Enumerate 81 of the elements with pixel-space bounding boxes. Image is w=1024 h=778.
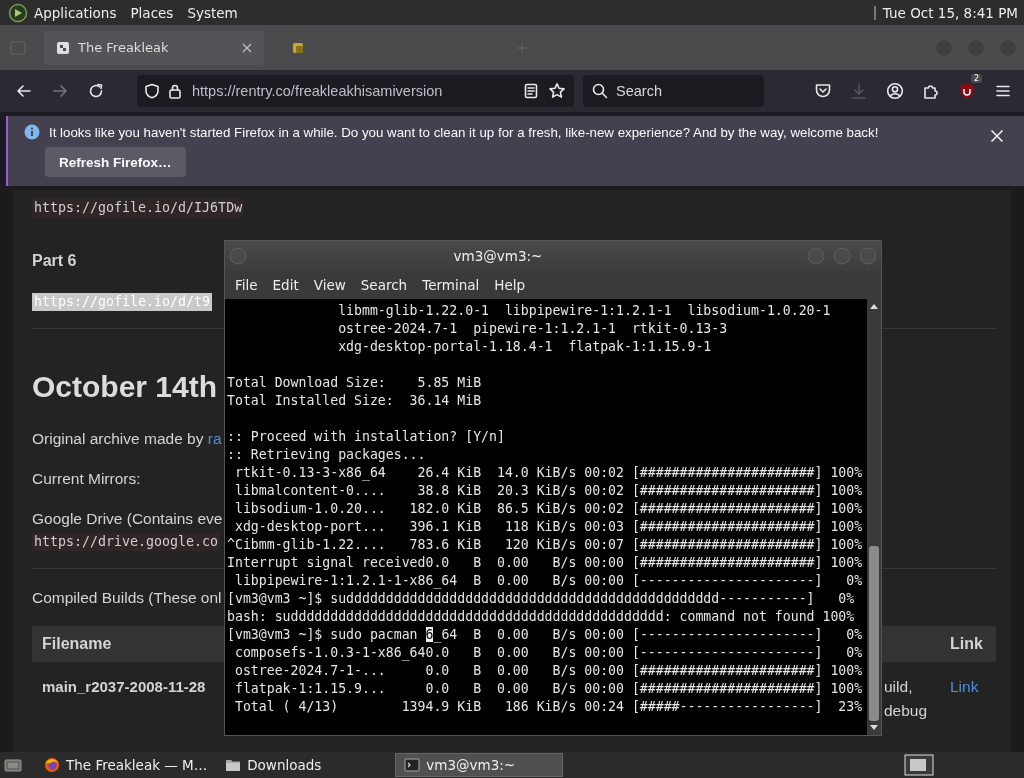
- extensions-icon[interactable]: [922, 82, 940, 100]
- pocket-icon[interactable]: [814, 82, 832, 100]
- account-icon[interactable]: [886, 82, 904, 100]
- menu-item[interactable]: Edit: [268, 277, 310, 293]
- menu-item[interactable]: Help: [490, 277, 537, 293]
- terminal-line: libmalcontent-0.... 38.8 KiB 20.3 KiB/s 00:02 [######################] 100%: [233, 482, 864, 500]
- clock[interactable]: Tue Oct 15, 8:41 PM: [882, 4, 1018, 21]
- info-icon: [24, 124, 40, 140]
- column-header: Link: [950, 635, 984, 653]
- site-icon: [56, 40, 70, 55]
- close-icon[interactable]: [242, 42, 252, 53]
- page-icon: [291, 40, 305, 55]
- menu-item[interactable]: Search: [356, 277, 419, 293]
- scroll-up-icon[interactable]: [869, 302, 879, 310]
- menu-item[interactable]: View: [309, 277, 357, 293]
- panel-menu[interactable]: Applications: [34, 4, 117, 21]
- browser-icon: [44, 757, 60, 773]
- section-heading: October 14th: [32, 369, 218, 405]
- code-link[interactable]: https://gofile.io/d/IJ6TDw: [32, 199, 245, 217]
- author-link[interactable]: ra: [207, 430, 222, 447]
- table-cell-text: uild,: [884, 677, 913, 697]
- paragraph: Compiled Builds (These onl: [32, 588, 222, 608]
- taskbar-button[interactable]: Downloads: [217, 753, 330, 777]
- menu-item[interactable]: Terminal: [418, 277, 491, 293]
- terminal-line: rtkit-0.13-3-x86_64 26.4 KiB 14.0 KiB/s 00:02 [######################] 100%: [233, 464, 864, 482]
- terminal-line: :: Retrieving packages...: [227, 446, 427, 464]
- terminal-line: flatpak-1:1.15.9... 0.0 B 0.00 B/s 00:00 [######################] 100%: [233, 680, 864, 698]
- scroll-down-icon[interactable]: [869, 724, 879, 732]
- terminal-line: Interrupt signal received0.0 B 0.00 B/s 00:00 [######################] 100%: [227, 554, 864, 572]
- paragraph: Google Drive (Contains eve: [32, 509, 223, 529]
- terminal-line: libsodium-1.0.20... 182.0 KiB 86.5 KiB/s 00:02 [######################] 100%: [233, 500, 864, 518]
- table-cell-text: main_r2037-2008-11-28: [42, 677, 206, 697]
- shield-icon[interactable]: [144, 83, 160, 99]
- taskbar-button[interactable]: The Freakleak — M…: [36, 753, 216, 777]
- refresh-button[interactable]: Refresh Firefox…: [45, 147, 186, 177]
- terminal-line: composefs-1.0.3-1-x86_640.0 B 0.00 B/s 00:00 [----------------------] 0%: [233, 644, 864, 662]
- paragraph: Original archive made by ra: [32, 429, 222, 449]
- code-link[interactable]: https://drive.google.co: [32, 533, 221, 551]
- terminal-line: libpipewire-1:1.2.1-1-x86_64 B 0.00 B/s 00:00 [----------------------] 0%: [233, 572, 864, 590]
- address-field[interactable]: https://rentry.co/freakleakhisamiversion: [137, 75, 574, 107]
- workspace-switcher-icon[interactable]: [904, 754, 934, 776]
- terminal-line: ostree-2024.7-1-... 0.0 B 0.00 B/s 00:00 [######################] 100%: [233, 662, 864, 680]
- terminal-line: :: Proceed with installation? [Y/n]: [227, 428, 506, 446]
- browser-tab[interactable]: The Freakleak: [44, 30, 264, 65]
- extension-badge: 2: [970, 74, 982, 83]
- terminal-line: [vm3@vm3 ~]$ suddddddddddddddddddddddddddddddddddddddddddddddd-----------] 0%: [227, 590, 856, 608]
- terminal-line: Total Download Size: 5.85 MiB: [227, 374, 483, 392]
- search-field[interactable]: Search: [583, 75, 764, 107]
- download-link[interactable]: Link: [950, 676, 986, 723]
- lock-icon[interactable]: [168, 83, 182, 99]
- terminal-line: Total Installed Size: 36.14 MiB: [227, 392, 483, 410]
- logo-icon[interactable]: [8, 2, 28, 23]
- shield-extension-icon[interactable]: [958, 82, 976, 100]
- window-title: vm3@vm3:~: [452, 248, 544, 264]
- panel-menu[interactable]: Places: [130, 4, 174, 21]
- terminal-line: xdg-desktop-port... 396.1 KiB 118 KiB/s 00:03 [######################] 100%: [233, 518, 864, 536]
- taskbar-button[interactable]: vm3@vm3:~: [395, 753, 564, 777]
- folder-icon: [225, 757, 242, 773]
- back-icon[interactable]: [16, 83, 32, 99]
- terminal-line: libmm-glib-1.22.0-1 libpipewire-1:1.2.1-1 libsodium-1.0.20-1: [337, 302, 832, 320]
- terminal-line: [vm3@vm3 ~]$ sudo pacman 6_64 B 0.00 B/s 00:00 [----------------------] 0%: [227, 626, 864, 644]
- section-label: Part 6: [32, 251, 77, 271]
- terminal-line: xdg-desktop-portal-1.18.4-1 flatpak-1:1.15.9-1: [337, 338, 713, 356]
- reader-view-icon[interactable]: [524, 83, 538, 99]
- terminal-line: ostree-2024.7-1 pipewire-1:1.2.1-1 rtkit-0.13-3: [337, 320, 729, 338]
- terminal-icon: [404, 757, 421, 773]
- reload-icon[interactable]: [88, 83, 104, 99]
- notification-message: It looks like you haven't started Firefox in a while. Do you want to clean it up for a fresh, like-new experience? And by the way, welcome back!: [49, 124, 879, 140]
- menu-item[interactable]: File: [231, 277, 269, 293]
- column-header: Filename: [42, 635, 112, 653]
- scrollbar[interactable]: [867, 299, 881, 735]
- search-icon: [592, 83, 608, 99]
- panel-menu[interactable]: System: [187, 4, 238, 21]
- terminal-line: Total ( 4/13) 1394.9 KiB 186 KiB/s 00:24 [#####-----------------] 23%: [233, 698, 864, 716]
- terminal-line: ^Cibmm-glib-1.22.... 783.6 KiB 120 KiB/s 00:07 [######################] 100%: [227, 536, 864, 554]
- terminal-line: bash: suddddddddddddddddddddddddddddddddddddddddddddddd: command not found 100%: [227, 608, 856, 626]
- table-cell-text: debug: [884, 701, 928, 721]
- show-desktop-icon[interactable]: [4, 757, 22, 773]
- download-icon: [850, 82, 868, 100]
- paragraph: Current Mirrors:: [32, 469, 141, 489]
- bookmark-star-icon[interactable]: [548, 82, 566, 100]
